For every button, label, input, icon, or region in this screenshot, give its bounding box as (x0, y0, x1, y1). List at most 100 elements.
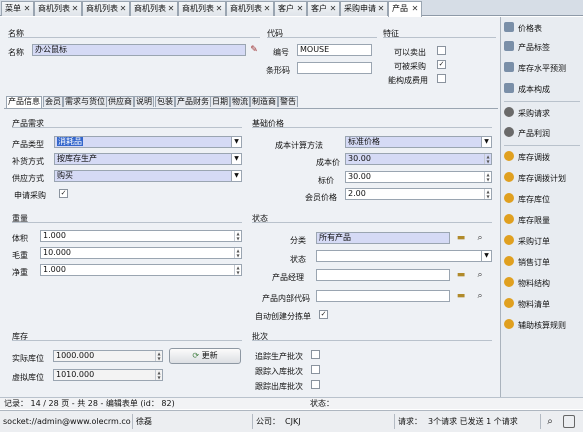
member-price-input[interactable]: 2.00 ▲ ▼ (345, 188, 492, 200)
spinner-icon[interactable]: ▲ ▼ (234, 231, 241, 241)
track-outgoing-checkbox[interactable] (311, 380, 320, 389)
close-icon[interactable]: ✕ (23, 5, 31, 13)
sidebar-item-cost-structure[interactable]: 成本构成 (504, 83, 582, 97)
sidebar-item-transfer-plan[interactable]: 库存调拨计划 (504, 172, 582, 186)
track-incoming-checkbox[interactable] (311, 365, 320, 374)
close-icon[interactable]: ✕ (296, 5, 304, 13)
search-icon[interactable]: ⌕ (474, 269, 486, 281)
net-input[interactable]: 1.000 ▲ ▼ (40, 264, 242, 276)
sidebar-item-purchase-request[interactable]: 采购请求 (504, 107, 582, 121)
folder-icon[interactable]: ▬ (455, 232, 467, 244)
can-buy-checkbox[interactable]: ✓ (437, 60, 446, 69)
barcode-input[interactable] (297, 62, 372, 74)
volume-input[interactable]: 1.000 ▲ ▼ (40, 230, 242, 242)
sidebar-item-bom-structure[interactable]: 物料结构 (504, 277, 582, 291)
tab-purchase-request[interactable]: 采购申请 ✕ (340, 1, 388, 16)
chevron-down-icon[interactable]: ▼ (231, 154, 241, 164)
category-input[interactable]: 所有产品 (316, 232, 450, 244)
chevron-down-icon[interactable]: ▼ (231, 171, 241, 181)
sidebar-item-accounting-rule[interactable]: 辅助核算规则 (504, 319, 582, 333)
tab-label: 商机列表 (182, 4, 214, 13)
tab-opportunity-list[interactable]: 商机列表 ✕ (130, 1, 178, 16)
code-input[interactable]: MOUSE (297, 44, 372, 56)
refresh-stock-button[interactable]: ⟳ 更新 (169, 348, 241, 364)
close-icon[interactable]: ✕ (119, 5, 127, 13)
sidebar-item-product-profit[interactable]: 产品利润 (504, 127, 582, 141)
tab-customer[interactable]: 客户 ✕ (274, 1, 307, 16)
spinner-icon[interactable]: ▲ ▼ (155, 370, 162, 380)
sidebar-item-label: 库存调拨 (518, 153, 550, 162)
sidebar-item-stock-transfer[interactable]: 库存调拨 (504, 151, 582, 165)
tab-product[interactable]: 产品 ✕ (388, 1, 422, 17)
close-icon[interactable]: ✕ (215, 5, 223, 13)
chevron-down-icon[interactable]: ▼ (481, 251, 491, 261)
method-select[interactable]: 标准价格 ▼ (345, 136, 492, 148)
search-icon[interactable]: ⌕ (474, 232, 486, 244)
tab-opportunity-list[interactable]: 商机列表 ✕ (178, 1, 226, 16)
divider (394, 414, 395, 429)
manager-input[interactable] (316, 269, 450, 281)
close-icon[interactable]: ✕ (167, 5, 175, 13)
sidebar-item-stock-limit[interactable]: 库存限量 (504, 214, 582, 228)
list-price-input[interactable]: 30.00 ▲ ▼ (345, 171, 492, 183)
subtab-dates[interactable]: 日期 (210, 96, 230, 107)
spinner-icon[interactable]: ▲ ▼ (234, 248, 241, 258)
gross-input[interactable]: 10.000 ▲ ▼ (40, 247, 242, 259)
tab-opportunity-list[interactable]: 商机列表 ✕ (82, 1, 130, 16)
close-icon[interactable]: ✕ (263, 5, 271, 13)
close-icon[interactable]: ✕ (411, 5, 419, 13)
apply-checkbox[interactable]: ✓ (59, 189, 68, 198)
folder-icon[interactable]: ▬ (455, 269, 467, 281)
sidebar-item-stock-location[interactable]: 库存库位 (504, 193, 582, 207)
subtab-manufacturer[interactable]: 制造商 (250, 96, 278, 107)
tab-menu[interactable]: 菜单 ✕ (1, 1, 34, 16)
search-icon[interactable]: ⌕ (544, 416, 556, 428)
track-production-checkbox[interactable] (311, 350, 320, 359)
track-outgoing-label: 跟踪出库批次 (255, 382, 303, 391)
name-input[interactable]: 办公鼠标 (32, 44, 246, 56)
close-icon[interactable]: ✕ (329, 5, 337, 13)
type-select[interactable]: 消耗品 ▼ (54, 136, 242, 148)
tab-customer[interactable]: 客户 ✕ (307, 1, 340, 16)
fee-checkbox[interactable] (437, 74, 446, 83)
can-sell-checkbox[interactable] (437, 46, 446, 55)
translate-icon[interactable]: ✎ (248, 44, 260, 56)
spinner-icon[interactable]: ▲ ▼ (484, 154, 491, 164)
internal-code-input[interactable] (316, 290, 450, 302)
subtab-demand-location[interactable]: 需求与货位 (63, 96, 107, 107)
subtab-supplier[interactable]: 供应商 (106, 96, 134, 107)
supply-select[interactable]: 购买 ▼ (54, 170, 242, 182)
subtab-description[interactable]: 说明 (134, 96, 154, 107)
subtab-product-finance[interactable]: 产品财务 (175, 96, 211, 107)
subtab-logistics[interactable]: 物流 (230, 96, 250, 107)
sidebar-item-purchase-order[interactable]: 采购订单 (504, 235, 582, 249)
close-icon[interactable]: ✕ (377, 5, 385, 13)
chevron-down-icon[interactable]: ▼ (231, 137, 241, 147)
tab-opportunity-list[interactable]: 商机列表 ✕ (226, 1, 274, 16)
tab-label: 产品 (392, 4, 408, 13)
sidebar-item-price-list[interactable]: 价格表 (504, 22, 582, 36)
subtab-product-info[interactable]: 产品信息 (6, 96, 42, 108)
spinner-icon[interactable]: ▲ ▼ (484, 189, 491, 199)
subtab-packaging[interactable]: 包装 (155, 96, 175, 107)
subtab-warning[interactable]: 警告 (278, 96, 298, 107)
replenish-select[interactable]: 按库存生产 ▼ (54, 153, 242, 165)
sidebar-item-sales-order[interactable]: 销售订单 (504, 256, 582, 270)
subtab-member[interactable]: 会员 (43, 96, 63, 107)
spinner-icon[interactable]: ▲ ▼ (234, 265, 241, 275)
chevron-down-icon[interactable]: ▼ (481, 137, 491, 147)
folder-icon[interactable]: ▬ (455, 290, 467, 302)
close-icon[interactable]: ✕ (71, 5, 79, 13)
clipboard-icon[interactable] (563, 415, 575, 428)
sidebar-item-stock-forecast[interactable]: 库存水平预测 (504, 62, 582, 76)
sidebar-item-label: 产品标签 (518, 43, 550, 52)
spinner-icon[interactable]: ▲ ▼ (155, 351, 162, 361)
cost-input[interactable]: 30.00 ▲ ▼ (345, 153, 492, 165)
tab-opportunity-list[interactable]: 商机列表 ✕ (34, 1, 82, 16)
state-select[interactable]: ▼ (316, 250, 492, 262)
sidebar-item-product-label[interactable]: 产品标签 (504, 41, 582, 55)
auto-pick-checkbox[interactable]: ✓ (319, 310, 328, 319)
spinner-icon[interactable]: ▲ ▼ (484, 172, 491, 182)
sidebar-item-bom-list[interactable]: 物料清单 (504, 298, 582, 312)
search-icon[interactable]: ⌕ (474, 290, 486, 302)
